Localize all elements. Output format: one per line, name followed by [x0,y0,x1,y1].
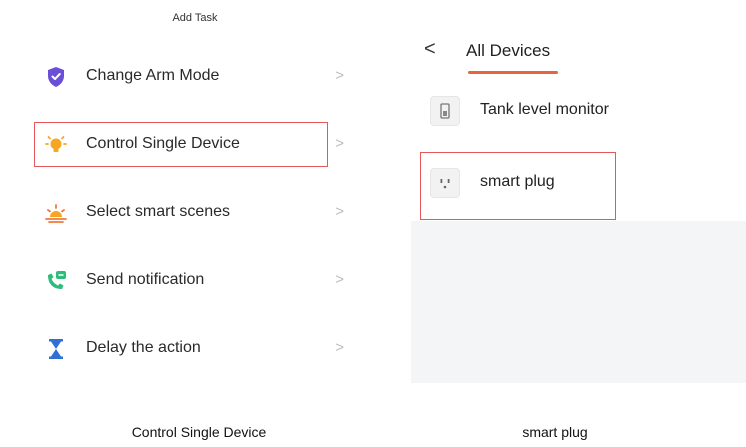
chevron-right-icon: > [335,135,344,152]
chevron-right-icon: > [335,271,344,288]
menu-item-delay-the-action[interactable]: Delay the action > [34,326,344,372]
hourglass-icon [44,337,68,361]
menu-item-label: Change Arm Mode [86,67,220,84]
menu-item-label: Delay the action [86,339,201,356]
back-button[interactable]: < [424,38,436,61]
menu-item-label: Select smart scenes [86,203,231,220]
page-title: Add Task [172,12,218,24]
shield-icon [44,65,68,89]
menu-item-change-arm-mode[interactable]: Change Arm Mode > [34,54,344,100]
title-underline [468,71,558,74]
caption-right: smart plug [522,424,588,440]
tank-monitor-icon [430,96,460,126]
empty-list-area [411,221,746,383]
menu-item-select-smart-scenes[interactable]: Select smart scenes > [34,190,344,236]
chevron-right-icon: > [335,203,344,220]
highlight-box-control-single-device [34,122,328,167]
highlight-box-smart-plug [420,152,616,220]
phone-message-icon [44,269,68,293]
chevron-right-icon: > [335,67,344,84]
chevron-right-icon: > [335,339,344,356]
devices-title: All Devices [466,41,551,60]
menu-item-send-notification[interactable]: Send notification > [34,258,344,304]
menu-item-label: Send notification [86,271,205,288]
device-label: Tank level monitor [480,101,609,118]
sunrise-icon [44,201,68,225]
caption-left: Control Single Device [131,424,267,440]
